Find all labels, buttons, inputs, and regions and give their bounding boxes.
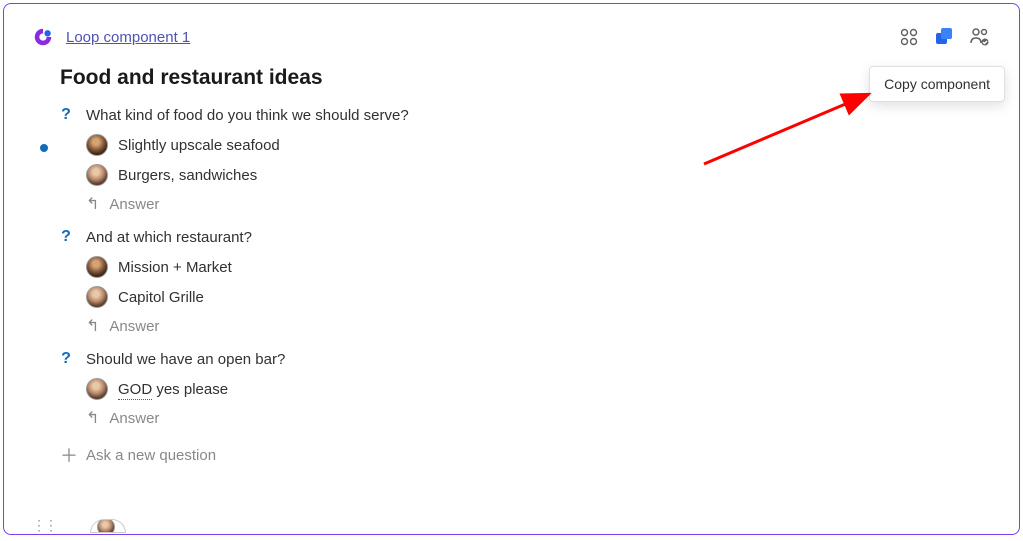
avatar [86, 256, 108, 278]
qa-block: ? Should we have an open bar? GOD yes pl… [60, 350, 991, 428]
answer-label: Answer [109, 196, 159, 213]
question-text: What kind of food do you think we should… [86, 107, 409, 124]
question-mark-icon: ? [60, 106, 72, 124]
answer-text: Slightly upscale seafood [118, 137, 280, 154]
reply-arrow-icon: ↰ [86, 408, 99, 428]
answer-action[interactable]: ↰ Answer [86, 316, 991, 336]
answer-text: Burgers, sandwiches [118, 167, 257, 184]
spellcheck-word: GOD [118, 381, 152, 400]
header-icons [899, 26, 991, 48]
loop-title-area: Loop component 1 [32, 26, 190, 48]
section-title: Food and restaurant ideas [60, 66, 991, 90]
question-text: And at which restaurant? [86, 229, 252, 246]
copy-component-tooltip: Copy component [869, 66, 1005, 102]
answer-text: Capitol Grille [118, 289, 204, 306]
question-row[interactable]: ? And at which restaurant? [60, 228, 991, 246]
content-area: Food and restaurant ideas ? What kind of… [4, 66, 1019, 468]
share-people-icon[interactable] [969, 26, 991, 48]
answer-label: Answer [109, 318, 159, 335]
question-mark-icon: ? [60, 228, 72, 246]
grid-apps-icon[interactable] [899, 27, 919, 47]
answer-row[interactable]: Burgers, sandwiches [86, 164, 991, 186]
answer-label: Answer [109, 410, 159, 427]
active-bullet-marker [40, 144, 48, 152]
question-row[interactable]: ? Should we have an open bar? [60, 350, 991, 368]
copy-component-icon[interactable] [933, 26, 955, 48]
loop-logo-icon [32, 26, 54, 48]
bottom-cutoff-area: ⋮⋮ [32, 517, 126, 534]
reply-arrow-icon: ↰ [86, 316, 99, 336]
drag-handle-icon[interactable]: ⋮⋮ [32, 517, 56, 534]
loop-component-container: Loop component 1 [3, 3, 1020, 535]
loop-component-link[interactable]: Loop component 1 [66, 29, 190, 46]
avatar [86, 164, 108, 186]
plus-icon: ＋ [60, 442, 72, 468]
avatar [86, 134, 108, 156]
question-mark-icon: ? [60, 350, 72, 368]
answer-text: Mission + Market [118, 259, 232, 276]
answer-row[interactable]: Mission + Market [86, 256, 991, 278]
answer-action[interactable]: ↰ Answer [86, 194, 991, 214]
loop-header: Loop component 1 [4, 4, 1019, 58]
answer-row[interactable]: GOD yes please [86, 378, 991, 400]
avatar [86, 286, 108, 308]
answer-row[interactable]: Slightly upscale seafood [86, 134, 991, 156]
answer-text: GOD yes please [118, 381, 228, 398]
user-pill-partial[interactable] [90, 519, 126, 533]
reply-arrow-icon: ↰ [86, 194, 99, 214]
ask-new-question[interactable]: ＋ Ask a new question [60, 442, 991, 468]
answer-row[interactable]: Capitol Grille [86, 286, 991, 308]
qa-block: ? And at which restaurant? Mission + Mar… [60, 228, 991, 336]
question-row[interactable]: ? What kind of food do you think we shou… [60, 106, 991, 124]
answer-action[interactable]: ↰ Answer [86, 408, 991, 428]
avatar [97, 519, 115, 533]
avatar [86, 378, 108, 400]
ask-new-label: Ask a new question [86, 447, 216, 464]
question-text: Should we have an open bar? [86, 351, 285, 368]
qa-block: ? What kind of food do you think we shou… [60, 106, 991, 214]
